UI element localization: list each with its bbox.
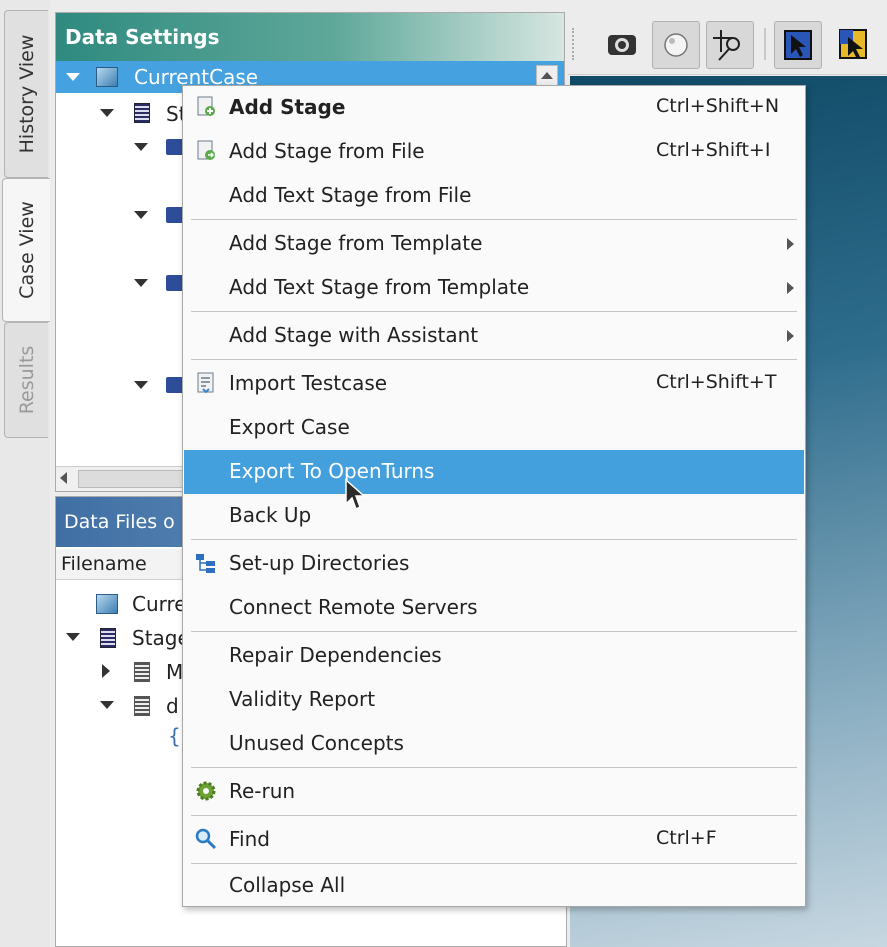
menu-item-label: Repair Dependencies: [229, 643, 442, 667]
menu-item-label: Export Case: [229, 415, 350, 439]
menu-item-shortcut: Ctrl+Shift+I: [656, 139, 771, 161]
add-stage-file-icon: [197, 140, 215, 160]
submenu-arrow-icon: [787, 238, 794, 250]
menu-item-add-stage[interactable]: Add Stage Ctrl+Shift+N: [184, 86, 804, 130]
menu-item-back-up[interactable]: Back Up: [184, 494, 804, 538]
menu-item-label: Add Stage from File: [229, 139, 425, 163]
side-tab-bar: History View Case View Results: [0, 0, 50, 947]
menu-separator: [191, 767, 797, 768]
data-settings-title: Data Settings: [56, 13, 564, 61]
tab-results[interactable]: Results: [4, 322, 48, 438]
menu-item-label: Add Text Stage from File: [229, 183, 472, 207]
stage-icon: [100, 628, 116, 648]
view-toolbar: [568, 12, 887, 75]
menu-item-connect-remote-servers[interactable]: Connect Remote Servers: [184, 586, 804, 630]
search-icon: [195, 828, 217, 850]
probe-icon[interactable]: [706, 21, 754, 69]
menu-item-export-to-openturns[interactable]: Export To OpenTurns: [184, 450, 804, 494]
expand-arrow-icon[interactable]: [66, 633, 80, 641]
expand-arrow-icon[interactable]: [134, 381, 148, 389]
import-testcase-icon: [197, 372, 214, 394]
menu-item-shortcut: Ctrl+F: [656, 827, 717, 849]
tab-case-view[interactable]: Case View: [2, 178, 50, 322]
menu-item-label: Add Text Stage from Template: [229, 275, 530, 299]
expand-arrow-icon[interactable]: [66, 73, 80, 81]
case-icon: [96, 594, 118, 614]
menu-item-label: Find: [229, 827, 270, 851]
context-menu: Add Stage Ctrl+Shift+N Add Stage from Fi…: [182, 85, 806, 907]
file-row-label[interactable]: d: [166, 694, 179, 718]
tab-results-label: Results: [15, 345, 38, 415]
gear-icon: [196, 781, 216, 801]
menu-item-label: Re-run: [229, 779, 296, 803]
expand-arrow-icon[interactable]: [100, 109, 114, 117]
menu-item-rerun[interactable]: Re-run: [184, 770, 804, 814]
menu-item-label: Collapse All: [229, 873, 346, 897]
menu-item-label: Connect Remote Servers: [229, 595, 478, 619]
add-stage-icon: [197, 96, 215, 116]
menu-item-label: Add Stage with Assistant: [229, 323, 479, 347]
menu-item-shortcut: Ctrl+Shift+T: [656, 371, 777, 393]
menu-item-add-stage-from-file[interactable]: Add Stage from File Ctrl+Shift+I: [184, 130, 804, 174]
sphere-view-icon[interactable]: [652, 21, 700, 69]
menu-item-add-stage-with-assistant[interactable]: Add Stage with Assistant: [184, 314, 804, 358]
document-icon: [134, 662, 150, 682]
menu-separator: [191, 539, 797, 540]
menu-item-label: Export To OpenTurns: [229, 459, 435, 483]
menu-item-add-text-stage-from-template[interactable]: Add Text Stage from Template: [184, 266, 804, 310]
mouse-cursor-icon: [345, 478, 366, 511]
menu-item-repair-dependencies[interactable]: Repair Dependencies: [184, 634, 804, 678]
file-row-label[interactable]: {: [168, 724, 181, 748]
menu-item-label: Back Up: [229, 503, 312, 527]
directories-icon: [196, 554, 215, 573]
menu-item-label: Add Stage: [229, 95, 346, 119]
menu-separator: [191, 631, 797, 632]
expand-arrow-icon[interactable]: [134, 143, 148, 151]
select-region-icon[interactable]: [830, 21, 878, 69]
collapsed-arrow-icon[interactable]: [102, 664, 110, 678]
tab-history-view[interactable]: History View: [4, 10, 48, 178]
menu-item-unused-concepts[interactable]: Unused Concepts: [184, 722, 804, 766]
menu-item-validity-report[interactable]: Validity Report: [184, 678, 804, 722]
menu-item-find[interactable]: Find Ctrl+F: [184, 818, 804, 862]
menu-item-label: Set-up Directories: [229, 551, 410, 575]
expand-arrow-icon[interactable]: [134, 279, 148, 287]
menu-item-import-testcase[interactable]: Import Testcase Ctrl+Shift+T: [184, 362, 804, 406]
scroll-up-button[interactable]: [536, 65, 558, 87]
menu-item-shortcut: Ctrl+Shift+N: [656, 95, 780, 117]
menu-item-label: Add Stage from Template: [229, 231, 483, 255]
select-cursor-icon[interactable]: [774, 21, 822, 69]
menu-item-label: Unused Concepts: [229, 731, 404, 755]
menu-item-label: Validity Report: [229, 687, 376, 711]
file-row-label[interactable]: Curre: [132, 592, 187, 616]
case-icon: [96, 67, 118, 87]
document-icon: [134, 696, 150, 716]
menu-item-collapse-all[interactable]: Collapse All: [184, 864, 804, 908]
menu-item-setup-directories[interactable]: Set-up Directories: [184, 542, 804, 586]
filename-column-label: Filename: [61, 553, 147, 575]
toolbar-grip[interactable]: [572, 28, 578, 60]
submenu-arrow-icon: [787, 330, 794, 342]
expand-arrow-icon[interactable]: [100, 701, 114, 709]
scroll-left-icon[interactable]: [60, 472, 67, 484]
toolbar-separator: [764, 28, 766, 60]
menu-item-export-case[interactable]: Export Case: [184, 406, 804, 450]
menu-item-label: Import Testcase: [229, 371, 388, 395]
file-row-label[interactable]: M: [166, 660, 183, 684]
menu-separator: [191, 219, 797, 220]
tab-case-view-label: Case View: [15, 201, 38, 299]
submenu-arrow-icon: [787, 282, 794, 294]
tab-history-view-label: History View: [15, 34, 38, 154]
expand-arrow-icon[interactable]: [134, 211, 148, 219]
menu-item-add-text-stage-from-file[interactable]: Add Text Stage from File: [184, 174, 804, 218]
camera-icon[interactable]: [598, 21, 646, 69]
stage-icon: [134, 103, 150, 123]
menu-separator: [191, 311, 797, 312]
menu-separator: [191, 359, 797, 360]
menu-item-add-stage-from-template[interactable]: Add Stage from Template: [184, 222, 804, 266]
menu-separator: [191, 815, 797, 816]
